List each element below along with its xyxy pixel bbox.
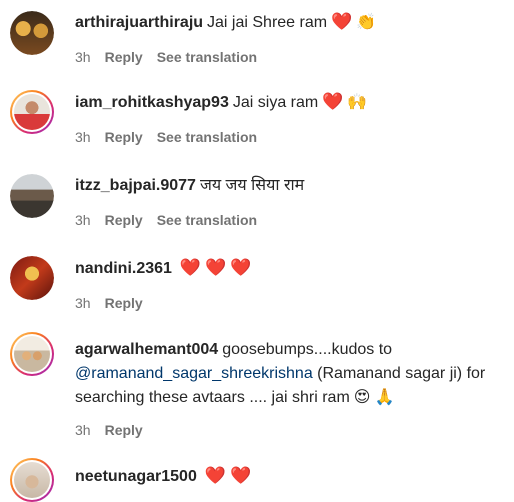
reply-button[interactable]: Reply	[105, 212, 143, 228]
comment-text: जय जय सिया राम	[199, 177, 305, 194]
heart-emoji: ❤️	[322, 92, 344, 111]
clap-emoji: 👏	[356, 14, 377, 31]
heart-emoji: ❤️	[230, 258, 252, 277]
comment-time[interactable]: 3h	[75, 212, 91, 228]
reply-button[interactable]: Reply	[105, 49, 143, 65]
reply-button[interactable]: Reply	[105, 295, 143, 311]
comment-time[interactable]: 3h	[75, 129, 91, 145]
comment-time[interactable]: 3h	[75, 295, 91, 311]
see-translation-button[interactable]: See translation	[157, 129, 257, 145]
heart-emoji: ❤️	[230, 466, 252, 485]
avatar[interactable]	[10, 458, 54, 502]
reply-button[interactable]: Reply	[105, 422, 143, 438]
comment-time[interactable]: 3h	[75, 49, 91, 65]
folded-hands-emoji: 🙏	[374, 389, 395, 406]
comment-text: goosebumps....kudos to	[222, 341, 393, 358]
comment-username[interactable]: agarwalhemant004	[75, 341, 218, 358]
heart-emoji: ❤️	[204, 466, 227, 485]
heart-eyes-emoji: 😍	[353, 389, 371, 406]
comment-username[interactable]: iam_rohitkashyap93	[75, 94, 229, 111]
mention-link[interactable]: @ramanand_sagar_shreekrishna	[75, 365, 313, 382]
comment-text: Jai siya ram	[232, 94, 319, 111]
comment-username[interactable]: arthirajuarthiraju	[75, 14, 203, 31]
comment-username[interactable]: itzz_bajpai.9077	[75, 177, 196, 194]
heart-emoji: ❤️	[179, 258, 202, 277]
see-translation-button[interactable]: See translation	[157, 49, 257, 65]
comment-text: Jai jai Shree ram	[207, 14, 328, 31]
avatar[interactable]	[10, 174, 54, 218]
reply-button[interactable]: Reply	[105, 129, 143, 145]
heart-emoji: ❤️	[205, 258, 227, 277]
avatar[interactable]	[10, 90, 54, 134]
see-translation-button[interactable]: See translation	[157, 212, 257, 228]
avatar[interactable]	[10, 256, 54, 300]
avatar[interactable]	[10, 332, 54, 376]
comment-username[interactable]: nandini.2361	[75, 260, 172, 277]
comment-username[interactable]: neetunagar1500	[75, 468, 197, 485]
heart-emoji: ❤️	[331, 12, 353, 31]
comment-time[interactable]: 3h	[75, 422, 91, 438]
raised-hands-emoji: 🙌	[347, 94, 368, 111]
avatar[interactable]	[10, 11, 54, 55]
